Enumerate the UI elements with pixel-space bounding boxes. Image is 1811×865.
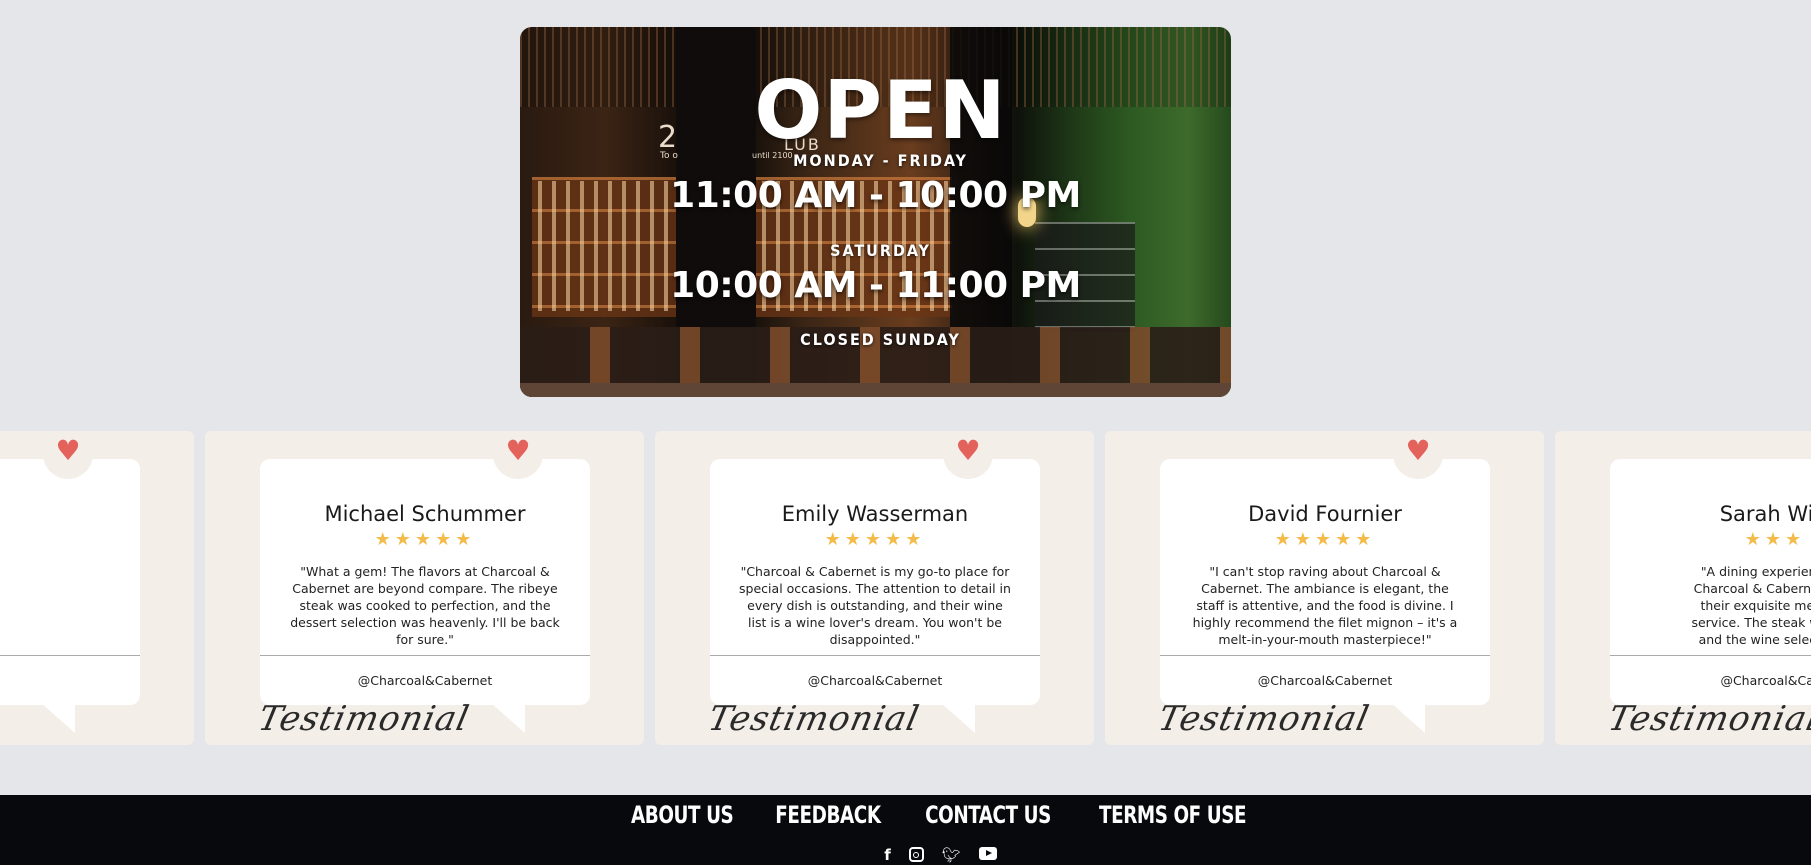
reviewer-name: Michael Schummer: [324, 502, 526, 526]
reviewer-name: Emily Wasserman: [781, 502, 969, 526]
reviewer-name: Castro: [0, 502, 140, 526]
testimonial-quote: "A dining experience lik Charcoal & Cabe…: [1691, 564, 1811, 647]
testimonial-bubble: David Fournier ★★★★★ "I can't stop ravin…: [1160, 459, 1490, 705]
footer-link-feedback[interactable]: FEEDBACK: [775, 795, 881, 835]
divider: [1610, 655, 1811, 656]
facebook-icon[interactable]: f: [884, 847, 891, 863]
rating-stars: ★★★: [1744, 529, 1806, 550]
bubble-tail: [941, 703, 975, 733]
social-links: f 🐦︎: [0, 847, 1811, 863]
testimonial-quote: "What a gem! The flavors at Charcoal & C…: [290, 564, 560, 647]
footer-link-about-us[interactable]: ABOUT US: [631, 795, 734, 835]
testimonial-card: David Fournier ★★★★★ "I can't stop ravin…: [1105, 431, 1544, 745]
heart-icon: ♥: [55, 434, 81, 467]
heart-badge: ♥: [493, 431, 543, 479]
weekday-label: MONDAY - FRIDAY: [793, 151, 968, 170]
testimonial-quote: "I can't stop raving about Charcoal & Ca…: [1192, 564, 1458, 647]
testimonial-script-label: Testimonial: [254, 699, 474, 739]
heart-badge: ♥: [43, 431, 93, 479]
testimonial-handle: @Charcoal&Cabernet: [1257, 673, 1393, 688]
footer: ABOUT US FEEDBACK CONTACT US TERMS OF US…: [0, 795, 1811, 865]
testimonial-handle: @Charcoal&Cabe: [1720, 673, 1811, 688]
testimonial-script-label: Testimonial: [704, 699, 924, 739]
opening-hours: OPEN MONDAY - FRIDAY 11:00 AM - 10:00 PM…: [520, 27, 1231, 397]
testimonial-bubble: Sarah Wils ★★★ "A dining experience lik …: [1610, 459, 1811, 705]
bubble-tail: [491, 703, 525, 733]
closed-label: CLOSED SUNDAY: [800, 330, 961, 349]
testimonial-carousel[interactable]: Castro ★★ exceeded my phere is inviting,…: [0, 431, 1811, 745]
saturday-time: 10:00 AM - 11:00 PM: [670, 265, 1081, 306]
reviewer-name: Sarah Wils: [1719, 502, 1811, 526]
rating-stars: ★★★★★: [374, 529, 476, 550]
testimonial-handle: bernet: [0, 673, 140, 688]
testimonial-card: Michael Schummer ★★★★★ "What a gem! The …: [205, 431, 644, 745]
divider: [710, 655, 1040, 656]
testimonial-bubble: Emily Wasserman ★★★★★ "Charcoal & Cabern…: [710, 459, 1040, 705]
heart-badge: ♥: [943, 431, 993, 479]
bubble-tail: [41, 703, 75, 733]
reviewer-name: David Fournier: [1248, 502, 1402, 526]
rating-stars: ★★★★★: [1274, 529, 1376, 550]
testimonial-handle: @Charcoal&Cabernet: [807, 673, 943, 688]
divider: [0, 655, 140, 656]
testimonial-card: Castro ★★ exceeded my phere is inviting,…: [0, 431, 194, 745]
weekday-time: 11:00 AM - 10:00 PM: [670, 175, 1081, 216]
testimonial-quote: "Charcoal & Cabernet is my go-to place f…: [739, 564, 1011, 647]
testimonial-script-label: Testimonial: [1604, 699, 1811, 739]
testimonial-script-label: Testimonial: [1154, 699, 1374, 739]
heart-icon: ♥: [955, 434, 981, 467]
testimonial-quote: exceeded my phere is inviting, y delight…: [0, 563, 112, 648]
instagram-icon[interactable]: [908, 847, 924, 862]
footer-link-contact-us[interactable]: CONTACT US: [925, 795, 1051, 835]
testimonial-handle: @Charcoal&Cabernet: [357, 673, 493, 688]
hours-hero: 2 To o LUB until 2100 OPEN MONDAY - FRID…: [520, 27, 1231, 397]
divider: [260, 655, 590, 656]
rating-stars: ★★★★★: [824, 529, 926, 550]
divider: [1160, 655, 1490, 656]
testimonial-card: Sarah Wils ★★★ "A dining experience lik …: [1555, 431, 1811, 745]
footer-nav: ABOUT US FEEDBACK CONTACT US TERMS OF US…: [0, 795, 1811, 835]
rating-stars: ★★: [0, 529, 140, 550]
testimonial-card: Emily Wasserman ★★★★★ "Charcoal & Cabern…: [655, 431, 1094, 745]
open-title: OPEN: [754, 64, 1007, 157]
twitter-icon[interactable]: 🐦︎: [942, 847, 961, 863]
heart-icon: ♥: [505, 434, 531, 467]
youtube-icon[interactable]: [978, 847, 997, 860]
heart-icon: ♥: [1405, 434, 1431, 467]
heart-badge: ♥: [1393, 431, 1443, 479]
bubble-tail: [1391, 703, 1425, 733]
testimonial-bubble: Castro ★★ exceeded my phere is inviting,…: [0, 459, 140, 705]
footer-link-terms-of-use[interactable]: TERMS OF USE: [1099, 795, 1247, 835]
testimonial-bubble: Michael Schummer ★★★★★ "What a gem! The …: [260, 459, 590, 705]
saturday-label: SATURDAY: [830, 241, 931, 260]
